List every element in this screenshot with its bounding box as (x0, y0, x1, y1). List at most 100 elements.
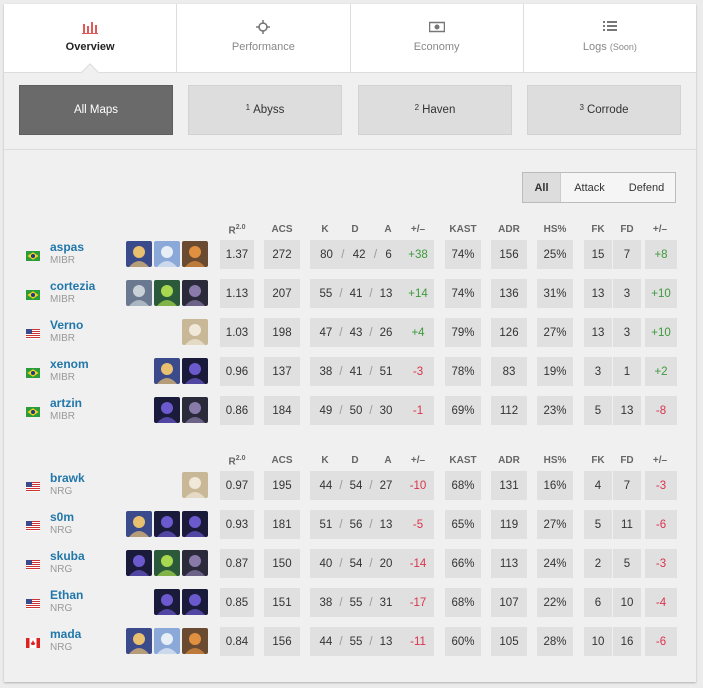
player-row: mada NRG 0.84 156 44 / 55 / 13 -11 60% 105 28% 10 16 -6 (4, 627, 696, 656)
player-row: artzin MIBR 0.86 184 49 / 50 / 30 -1 69% 112 23% 5 13-… (4, 396, 696, 425)
fd-value: 10 (613, 588, 641, 617)
column-header-rating[interactable]: R2.0 (217, 455, 257, 467)
k-value: 44 (319, 479, 333, 492)
side-defend-button[interactable]: Defend (618, 173, 675, 202)
player-row: aspas MIBR 1.37 272 80 / 42 / 6 +38 74% 156 25% 15 7 +8 (4, 240, 696, 269)
tab-logs[interactable]: Logs (Soon) (524, 4, 696, 72)
hs-value: 27% (537, 318, 573, 347)
column-header-hs[interactable]: HS% (535, 455, 575, 466)
rating-value: 0.87 (220, 549, 254, 578)
tab-performance[interactable]: Performance (177, 4, 351, 72)
column-header-hs[interactable]: HS% (535, 224, 575, 235)
player-name-link[interactable]: brawk (50, 471, 85, 485)
player-name-link[interactable]: cortezia (50, 279, 95, 293)
neon-agent-icon (126, 511, 152, 537)
map-button-all[interactable]: All Maps (19, 85, 173, 135)
fk-diff-value: +2 (645, 357, 677, 386)
a-value: 20 (379, 557, 393, 570)
column-header-adr[interactable]: ADR (489, 224, 529, 235)
acs-value: 198 (264, 318, 300, 347)
side-all-button[interactable]: All (523, 173, 561, 202)
kda-value: 38 / 41 / 51 (310, 357, 402, 386)
kda-separator: / (339, 557, 343, 570)
map-label: Corrode (586, 104, 629, 116)
fk-value: 6 (584, 588, 612, 617)
column-header-acs[interactable]: ACS (262, 455, 302, 466)
d-value: 55 (349, 596, 363, 609)
adr-value: 113 (491, 549, 527, 578)
map-button-corrode[interactable]: 3 Corrode (527, 85, 681, 135)
adr-value: 119 (491, 510, 527, 539)
fd-value: 7 (613, 471, 641, 500)
k-value: 80 (320, 248, 333, 261)
kda-separator: / (339, 479, 343, 492)
column-header-kast[interactable]: KAST (443, 455, 483, 466)
kill-diff-value: -3 (402, 357, 434, 386)
raze-agent-icon (182, 241, 208, 267)
column-header-rating[interactable]: R2.0 (217, 224, 257, 236)
map-number: 2 (414, 102, 420, 112)
column-header-kdiff[interactable]: +/– (398, 224, 438, 235)
adr-value: 105 (491, 627, 527, 656)
soon-note: (Soon) (609, 42, 637, 52)
flag-usa-icon (26, 518, 40, 531)
tab-label: Economy (413, 41, 460, 53)
map-number: 1 (245, 102, 251, 112)
neon-agent-icon (154, 358, 180, 384)
column-header-kdiff[interactable]: +/– (398, 455, 438, 466)
fk-value: 13 (584, 318, 612, 347)
player-name-link[interactable]: Verno (50, 318, 83, 332)
kill-diff-value: +14 (402, 279, 434, 308)
acs-value: 195 (264, 471, 300, 500)
player-name-link[interactable]: artzin (50, 396, 82, 410)
rating-value: 1.13 (220, 279, 254, 308)
player-team: NRG (50, 603, 73, 614)
k-value: 47 (319, 326, 333, 339)
acs-value: 181 (264, 510, 300, 539)
fk-value: 13 (584, 279, 612, 308)
acs-value: 137 (264, 357, 300, 386)
map-button-haven[interactable]: 2 Haven (358, 85, 512, 135)
rating-value: 0.85 (220, 588, 254, 617)
hs-value: 27% (537, 510, 573, 539)
map-button-abyss[interactable]: 1 Abyss (188, 85, 342, 135)
player-name-link[interactable]: s0m (50, 510, 74, 524)
acs-value: 151 (264, 588, 300, 617)
column-header-kast[interactable]: KAST (443, 224, 483, 235)
fd-value: 11 (613, 510, 641, 539)
column-header-acs[interactable]: ACS (262, 224, 302, 235)
adr-value: 83 (491, 357, 527, 386)
fade-agent-icon (182, 550, 208, 576)
kda-separator: / (369, 596, 373, 609)
fade-agent-icon (182, 397, 208, 423)
player-name-link[interactable]: xenom (50, 357, 89, 371)
d-value: 54 (349, 557, 363, 570)
side-attack-button[interactable]: Attack (561, 173, 618, 202)
player-name-link[interactable]: mada (50, 627, 81, 641)
gekko-agent-icon (154, 280, 180, 306)
fk-value: 2 (584, 549, 612, 578)
column-header-fkdiff[interactable]: +/– (640, 224, 680, 235)
hs-value: 22% (537, 588, 573, 617)
player-team: MIBR (50, 372, 75, 383)
tab-economy[interactable]: Economy (351, 4, 524, 72)
fk-diff-value: +10 (645, 279, 677, 308)
map-selector: All Maps 1 Abyss 2 Haven 3 Corrode (4, 73, 696, 150)
column-header-fkdiff[interactable]: +/– (640, 455, 680, 466)
tab-overview[interactable]: Overview (4, 4, 178, 82)
kda-separator: / (339, 635, 343, 648)
d-value: 56 (349, 518, 363, 531)
player-name-link[interactable]: aspas (50, 240, 84, 254)
player-name-link[interactable]: skuba (50, 549, 85, 563)
kill-diff-value: +38 (402, 240, 434, 269)
map-label: All Maps (73, 104, 119, 116)
kill-diff-value: -10 (402, 471, 434, 500)
kda-separator: / (339, 518, 343, 531)
kda-separator: / (369, 287, 373, 300)
kda-separator: / (369, 404, 373, 417)
player-name-link[interactable]: Ethan (50, 588, 83, 602)
a-value: 27 (379, 479, 393, 492)
column-header-adr[interactable]: ADR (489, 455, 529, 466)
d-value: 41 (349, 287, 363, 300)
kast-value: 68% (445, 588, 481, 617)
